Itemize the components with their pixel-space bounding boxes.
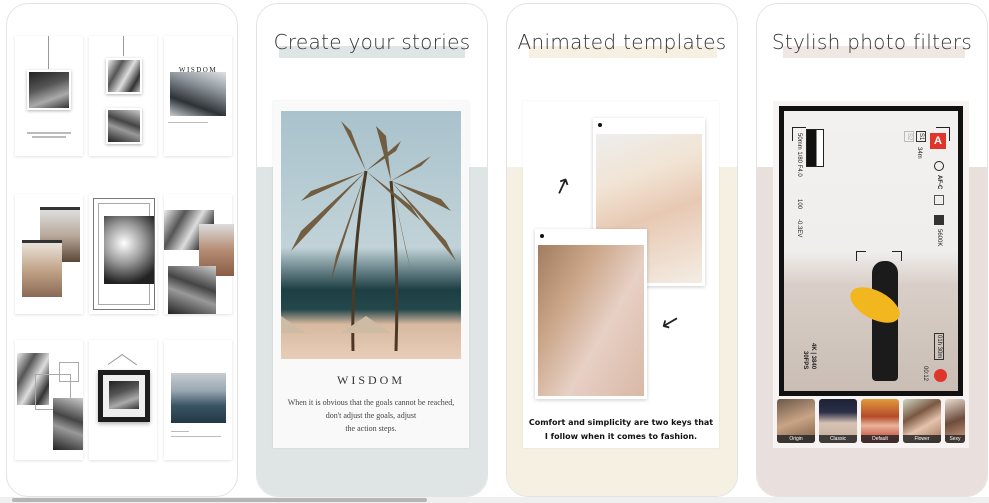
thumbnail-photo <box>27 70 71 110</box>
filter-label: Flower <box>903 435 941 443</box>
hanging-wire <box>121 354 138 366</box>
animated-template-preview[interactable]: ↗ ↙ Comfort and simplicity are two keys … <box>523 101 719 448</box>
picture-frame <box>98 370 150 422</box>
filter-strip[interactable]: Origin Classic Default Flower Sexy <box>777 399 969 445</box>
thumbnail-text <box>32 136 66 138</box>
fps-readout: 30FPS <box>802 351 808 370</box>
hanging-string <box>123 36 124 56</box>
focus-bracket <box>856 251 866 261</box>
slot2-label: S2 <box>904 131 914 143</box>
lens-info: 50mm 1/80 F4.0 <box>796 133 802 177</box>
frame-dot <box>540 234 544 238</box>
template-thumbnail[interactable] <box>15 340 83 460</box>
white-balance-icon <box>934 215 944 225</box>
battery-remaining: 01h 30m <box>934 333 944 361</box>
template-thumbnail[interactable] <box>164 340 232 460</box>
filter-thumb-sexy[interactable]: Sexy <box>945 399 965 443</box>
thumbnail-photo <box>104 216 154 284</box>
thumbnail-text <box>168 122 208 123</box>
filter-thumb-flower[interactable]: Flower <box>903 399 941 443</box>
screenshot-card-3[interactable]: Animated templates ↗ ↙ Comfort and simpl… <box>506 3 738 497</box>
camera-viewfinder: 50mm 1/80 F4.0 100 -0.3EV A S1 34m S2 AF… <box>779 106 963 396</box>
mode-badge: A <box>930 133 946 149</box>
screenshot-card-1[interactable]: WISDOM <box>6 3 238 497</box>
histogram-icon <box>806 129 824 167</box>
palm-trees-illustration <box>281 121 456 352</box>
screenshot-card-4[interactable]: Stylish photo filters 50mm 1/80 F4.0 100… <box>756 3 988 497</box>
quote-line: Comfort and simplicity are two keys that <box>528 418 714 427</box>
story-template-preview[interactable]: WISDOM When it is obvious that the goals… <box>273 101 469 448</box>
thumbnail-photo <box>22 240 62 297</box>
zigzag-arrow-icon: ↗ <box>549 170 575 201</box>
screenshot-caption: Animated templates <box>517 30 727 54</box>
focus-bracket <box>892 251 902 261</box>
slot1-value: 34m <box>916 147 922 159</box>
filter-thumb-classic[interactable]: Classic <box>819 399 857 443</box>
thumbnail-photo <box>106 108 142 144</box>
thumbnail-photo <box>171 373 226 423</box>
template-thumbnail[interactable] <box>89 194 157 314</box>
thumbnail-text <box>171 436 221 437</box>
hanging-string <box>48 36 49 69</box>
timecode: 00:12 <box>922 366 928 382</box>
record-button[interactable] <box>934 369 947 382</box>
quote-line: the action steps. <box>345 424 397 433</box>
frame-dot <box>598 123 602 127</box>
screenshot-caption: Create your stories <box>273 30 471 54</box>
filter-thumb-default[interactable]: Default <box>861 399 899 443</box>
filter-label: Default <box>861 435 899 443</box>
screenshot-caption: Stylish photo filters <box>771 30 973 54</box>
quote-line: When it is obvious that the goals cannot… <box>287 398 455 407</box>
quote-line: I follow when it comes to fashion. <box>544 432 698 441</box>
thumbnail-photo <box>106 58 142 94</box>
thumbnail-text <box>171 431 189 432</box>
template-quote: Comfort and simplicity are two keys that… <box>523 416 719 444</box>
screenshot-gallery[interactable]: WISDOM Create your stories WISDOM When i… <box>0 0 989 503</box>
screenshot-card-2[interactable]: Create your stories WISDOM When it is ob… <box>256 3 488 497</box>
redhead-woman-photo <box>538 245 644 396</box>
flash-off-icon <box>934 161 944 171</box>
video-resolution: 4K | 3840 <box>810 343 816 370</box>
horizontal-scrollbar[interactable] <box>0 497 989 503</box>
template-thumbnail[interactable] <box>89 340 157 460</box>
thumbnail-text <box>27 132 71 134</box>
template-thumbnail[interactable] <box>164 194 234 314</box>
template-thumbnail[interactable] <box>15 194 83 314</box>
iso-readout: 100 <box>796 199 802 210</box>
thumbnail-photo <box>170 72 226 116</box>
filter-label: Classic <box>819 435 857 443</box>
curved-arrow-icon: ↙ <box>658 307 683 336</box>
slot1-label: S1 <box>916 131 926 143</box>
template-title: WISDOM <box>337 373 405 387</box>
camera-filter-preview[interactable]: 50mm 1/80 F4.0 100 -0.3EV A S1 34m S2 AF… <box>773 101 969 448</box>
filter-thumb-origin[interactable]: Origin <box>777 399 815 443</box>
thumbnail-photo <box>168 266 216 314</box>
filter-label: Origin <box>777 435 815 443</box>
focus-mode: AF-C <box>936 175 942 190</box>
palm-tree-photo <box>281 111 461 359</box>
template-quote: When it is obvious that the goals cannot… <box>283 396 459 435</box>
quote-line: don't adjust the goals, adjust <box>325 411 417 420</box>
metering-icon <box>934 195 944 205</box>
template-thumbnail[interactable]: WISDOM <box>164 36 232 156</box>
exposure-readout: -0.3EV <box>796 219 802 238</box>
template-thumbnail[interactable] <box>15 36 83 156</box>
white-balance-readout: 5600K <box>936 229 942 247</box>
photo-frame-bottom <box>535 229 647 399</box>
scrollbar-thumb[interactable] <box>12 498 427 502</box>
hanging-wire <box>107 353 124 365</box>
template-thumbnail[interactable] <box>89 36 157 156</box>
thumbnail-photo <box>109 381 139 409</box>
filter-label: Sexy <box>945 435 965 443</box>
thumbnail-photo <box>53 398 83 450</box>
